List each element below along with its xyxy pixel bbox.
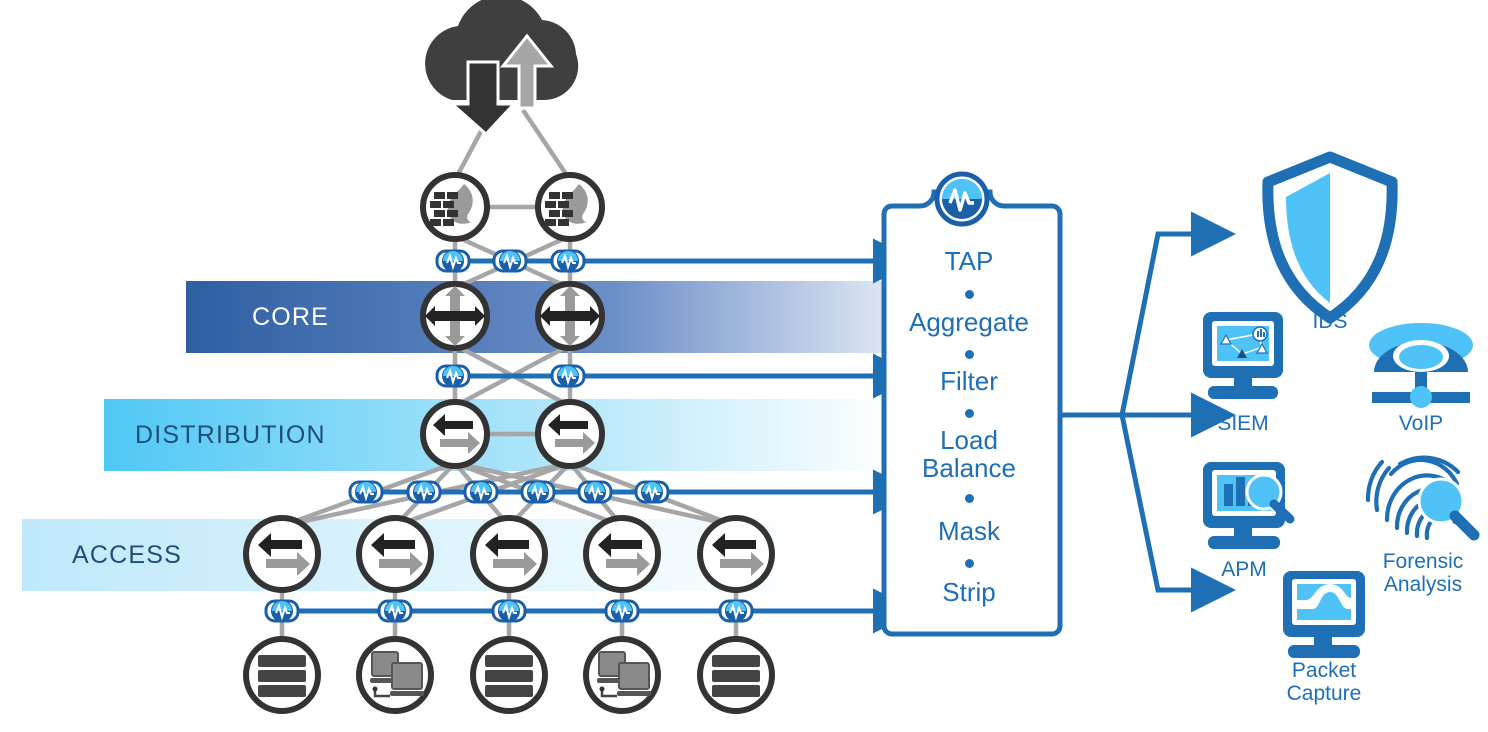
siem-monitor-icon (1203, 312, 1283, 399)
npb-separator-dot (965, 559, 974, 568)
packet-capture-monitor-icon (1283, 571, 1365, 658)
switch-icon (583, 515, 661, 593)
tap-icon (634, 480, 670, 504)
workstation-icon (583, 636, 661, 714)
switch-icon (697, 515, 775, 593)
firewall-icon (535, 172, 605, 242)
cloud-icon (425, 0, 579, 137)
switch-icon (356, 515, 434, 593)
tap-icon (604, 599, 640, 623)
npb-separator-dot (965, 494, 974, 503)
switch-icon (535, 399, 605, 469)
tap-icon (491, 599, 527, 623)
shield-icon (1262, 151, 1398, 324)
firewall-icon (420, 172, 490, 242)
npb-separator-dot (965, 409, 974, 418)
npb-separator-dot (965, 350, 974, 359)
flow-to-ids (1119, 211, 1236, 416)
tap-icon (435, 364, 471, 388)
server-stack-icon (697, 636, 775, 714)
tap-icon (348, 480, 384, 504)
tap-icon (264, 599, 300, 623)
tap-icon (435, 249, 471, 273)
server-stack-icon (243, 636, 321, 714)
voip-phone-icon (1369, 323, 1473, 408)
tap-icon (492, 249, 528, 273)
endpoint-nodes (243, 636, 775, 714)
tap-icon (406, 480, 442, 504)
tap-icon (377, 599, 413, 623)
diagram-canvas (22, 0, 1480, 714)
tap-icon (577, 480, 613, 504)
tap-icon (550, 364, 586, 388)
network-packet-broker-icon (934, 171, 990, 227)
workstation-icon (356, 636, 434, 714)
fingerprint-magnifier-icon (1365, 455, 1480, 541)
tap-icon (463, 480, 499, 504)
tap-icon (520, 480, 556, 504)
network-visibility-diagram: CORE DISTRIBUTION ACCESS TAP Aggregate F… (0, 0, 1488, 732)
router-icon (420, 281, 490, 351)
switch-icon (243, 515, 321, 593)
npb-output-flows (1060, 211, 1236, 613)
server-stack-icon (470, 636, 548, 714)
npb-separator-dot (965, 290, 974, 299)
router-icon (535, 281, 605, 351)
apm-monitor-icon (1203, 462, 1295, 549)
switch-icon (470, 515, 548, 593)
tap-icon (718, 599, 754, 623)
tap-icon (550, 249, 586, 273)
flow-to-pcap (1119, 414, 1236, 613)
switch-icon (420, 399, 490, 469)
